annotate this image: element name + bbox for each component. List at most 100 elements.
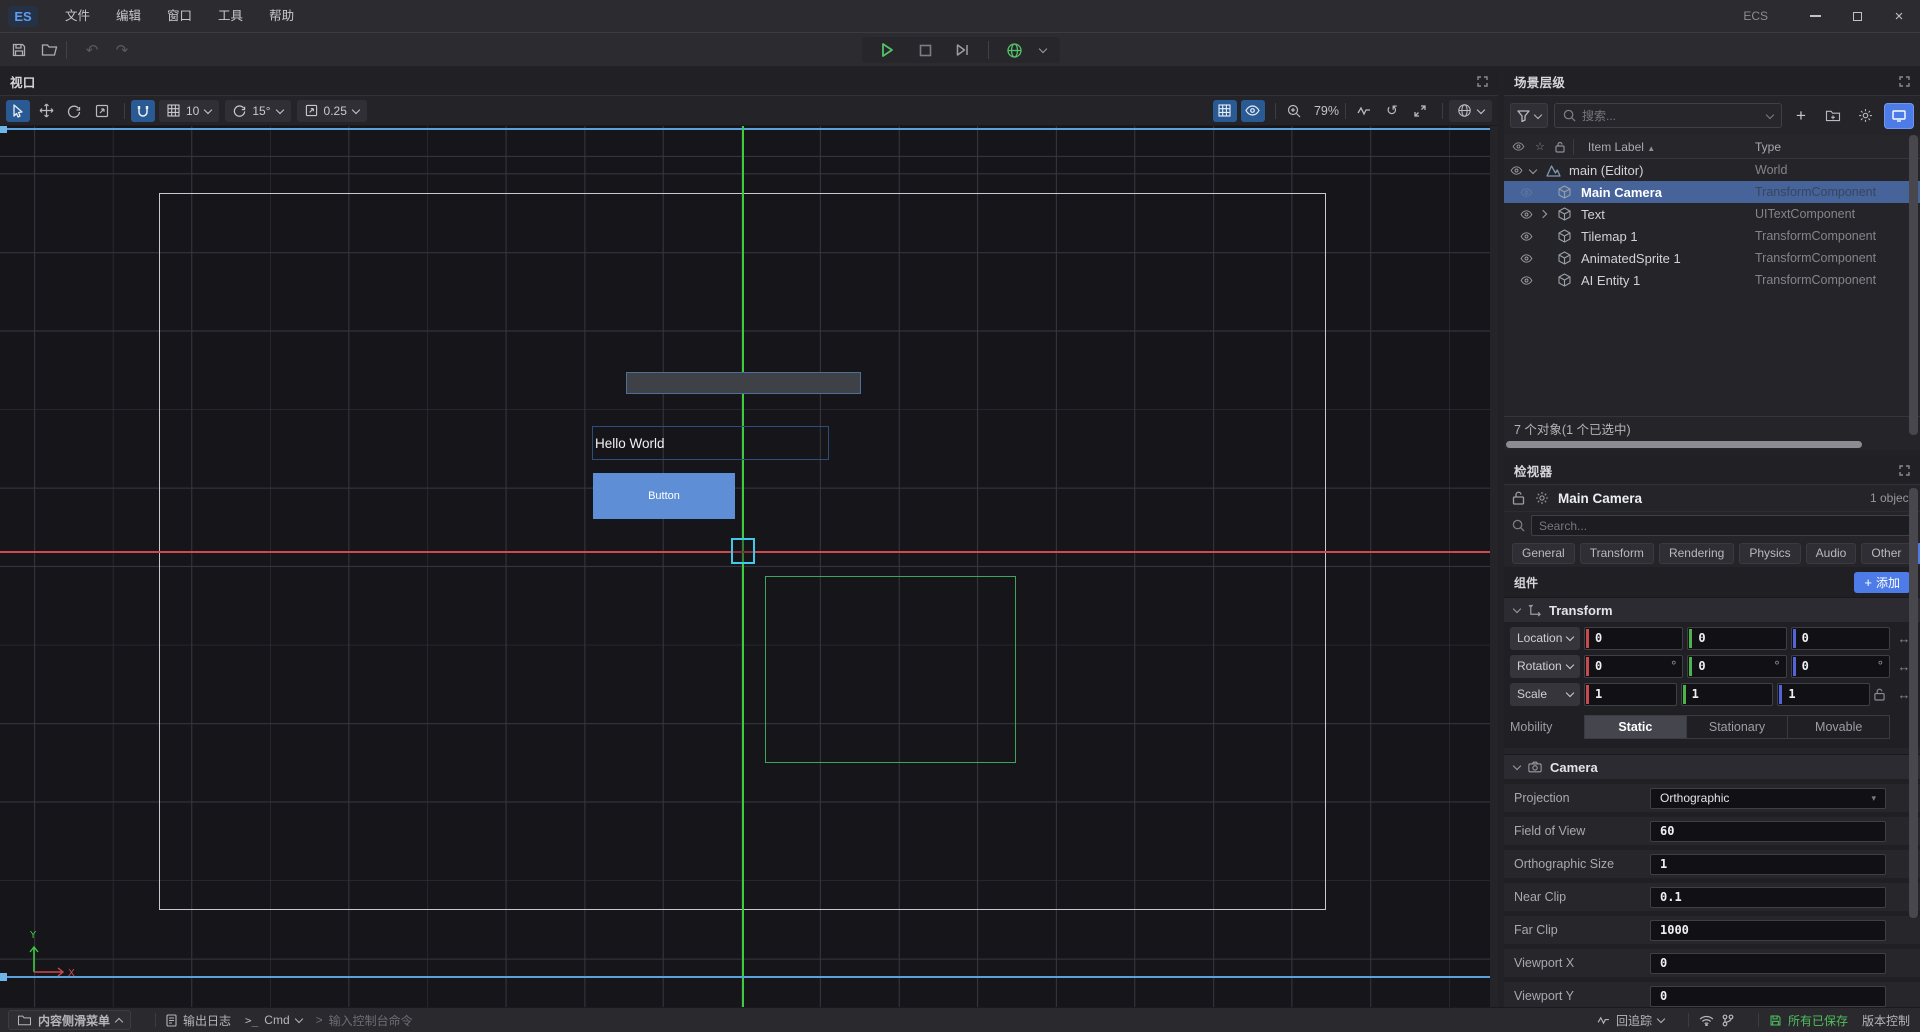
guide-handle-bottom[interactable]: [0, 973, 7, 981]
search-options-chevron[interactable]: [1766, 110, 1774, 118]
location-x-field[interactable]: 0: [1584, 627, 1683, 650]
open-folder-icon[interactable]: [38, 39, 60, 61]
row-visibility-eye-icon[interactable]: [1510, 166, 1530, 175]
stop-button[interactable]: [913, 38, 937, 62]
viewport-y-input[interactable]: 0: [1650, 986, 1886, 1007]
console-command-input[interactable]: >输入控制台命令: [316, 1012, 413, 1029]
projection-dropdown[interactable]: Orthographic▾: [1650, 788, 1886, 809]
inspector-gear-icon[interactable]: [1535, 491, 1551, 505]
network-wifi-icon[interactable]: [1699, 1015, 1714, 1026]
row-expander-chevron[interactable]: [1540, 211, 1558, 217]
tab-audio[interactable]: Audio: [1806, 543, 1857, 564]
hierarchy-settings-gear-icon[interactable]: [1852, 103, 1878, 128]
minimize-button[interactable]: [1794, 0, 1836, 32]
near-clip-input[interactable]: 0.1: [1650, 887, 1886, 908]
scene-region-rect[interactable]: [765, 576, 1016, 763]
scene-text-entity[interactable]: Hello World: [592, 426, 829, 460]
rotation-x-field[interactable]: 0°: [1584, 655, 1683, 678]
hierarchy-row-tilemap-1[interactable]: Tilemap 1TransformComponent: [1504, 225, 1920, 247]
hierarchy-expand-icon[interactable]: [1899, 76, 1910, 87]
stats-pulse-button[interactable]: [1352, 100, 1376, 122]
row-visibility-eye-icon[interactable]: [1520, 254, 1540, 263]
rotation-mode-dropdown[interactable]: Rotation: [1510, 655, 1580, 678]
fullscreen-button[interactable]: [1408, 100, 1432, 122]
scale-snap-dropdown[interactable]: 0.25: [297, 100, 367, 122]
orthographic-size-input[interactable]: 1: [1650, 854, 1886, 875]
content-drawer-button[interactable]: 内容侧滑菜单: [8, 1010, 131, 1030]
grid-toggle-button[interactable]: [1213, 100, 1237, 122]
hierarchy-search-input[interactable]: [1582, 109, 1761, 123]
row-visibility-eye-icon[interactable]: [1520, 276, 1540, 285]
scale-lock-icon[interactable]: [1874, 688, 1890, 701]
inspector-vscrollbar[interactable]: [1909, 488, 1918, 918]
tab-transform[interactable]: Transform: [1580, 543, 1654, 564]
scene-button-entity[interactable]: Button: [593, 473, 735, 519]
hierarchy-vscrollbar[interactable]: [1909, 135, 1918, 435]
menu-item-4[interactable]: 帮助: [256, 0, 307, 32]
scale-tool-button[interactable]: [90, 100, 114, 122]
tab-other[interactable]: Other: [1861, 543, 1911, 564]
visibility-toggle-button[interactable]: [1241, 100, 1265, 122]
maximize-button[interactable]: [1836, 0, 1878, 32]
hierarchy-row-main-camera[interactable]: Main CameraTransformComponent: [1504, 181, 1920, 203]
output-log-button[interactable]: 输出日志: [166, 1012, 231, 1029]
rotation-y-field[interactable]: 0°: [1687, 655, 1786, 678]
location-z-field[interactable]: 0: [1791, 627, 1890, 650]
display-view-toggle-button[interactable]: [1884, 103, 1914, 129]
close-button[interactable]: ×: [1878, 0, 1920, 32]
field-of-view-input[interactable]: 60: [1650, 821, 1886, 842]
far-clip-input[interactable]: 1000: [1650, 920, 1886, 941]
add-entity-button[interactable]: +: [1788, 103, 1814, 128]
scale-x-field[interactable]: 1: [1584, 683, 1677, 706]
source-branch-icon[interactable]: [1722, 1014, 1734, 1027]
scale-mode-dropdown[interactable]: Scale: [1510, 683, 1580, 706]
rotation-z-field[interactable]: 0°: [1791, 655, 1890, 678]
hierarchy-hscrollbar[interactable]: [1504, 440, 1920, 450]
hierarchy-row-animatedsprite-1[interactable]: AnimatedSprite 1TransformComponent: [1504, 247, 1920, 269]
play-button[interactable]: [876, 38, 900, 62]
menu-item-2[interactable]: 窗口: [154, 0, 205, 32]
viewport-world-dropdown[interactable]: [1449, 100, 1492, 122]
filter-button[interactable]: [1510, 103, 1548, 128]
grid-snap-dropdown[interactable]: 10: [159, 100, 219, 122]
version-control-button[interactable]: 版本控制: [1862, 1012, 1910, 1029]
menu-item-1[interactable]: 编辑: [103, 0, 154, 32]
rotate-tool-button[interactable]: [62, 100, 86, 122]
location-y-field[interactable]: 0: [1687, 627, 1786, 650]
run-target-dropdown-chevron[interactable]: [1039, 45, 1047, 53]
hierarchy-row-text[interactable]: TextUITextComponent: [1504, 203, 1920, 225]
scene-canvas[interactable]: Hello World Button Y X: [0, 126, 1490, 1007]
step-forward-button[interactable]: [951, 38, 975, 62]
camera-section-header[interactable]: Camera: [1504, 754, 1920, 779]
save-status[interactable]: 所有已保存: [1769, 1012, 1848, 1029]
viewport-expand-icon[interactable]: [1477, 76, 1488, 87]
traceback-dropdown[interactable]: 回追踪: [1597, 1012, 1664, 1029]
select-tool-button[interactable]: [6, 100, 30, 122]
inspector-lock-icon[interactable]: [1512, 491, 1528, 505]
mobility-stationary[interactable]: Stationary: [1687, 716, 1789, 738]
hierarchy-row-main-editor-[interactable]: main (Editor)World: [1504, 159, 1920, 181]
hierarchy-search-box[interactable]: [1554, 103, 1782, 128]
mobility-static[interactable]: Static: [1585, 716, 1687, 738]
scale-z-field[interactable]: 1: [1777, 683, 1870, 706]
viewport-x-input[interactable]: 0: [1650, 953, 1886, 974]
camera-gizmo[interactable]: [731, 538, 755, 564]
app-logo[interactable]: ES: [8, 6, 38, 27]
move-tool-button[interactable]: [34, 100, 58, 122]
zoom-magnifier-icon[interactable]: [1282, 100, 1306, 122]
row-visibility-eye-icon[interactable]: [1520, 232, 1540, 241]
transform-section-header[interactable]: Transform: [1504, 597, 1920, 622]
mobility-movable[interactable]: Movable: [1788, 716, 1889, 738]
tab-physics[interactable]: Physics: [1739, 543, 1800, 564]
inspector-expand-icon[interactable]: [1899, 465, 1910, 476]
add-component-button[interactable]: + 添加: [1854, 572, 1910, 593]
save-icon[interactable]: [8, 39, 30, 61]
row-expander-chevron[interactable]: [1530, 167, 1546, 173]
scene-panel-entity[interactable]: [626, 372, 861, 394]
menu-item-3[interactable]: 工具: [205, 0, 256, 32]
inspector-search-input[interactable]: [1539, 519, 1904, 533]
tab-rendering[interactable]: Rendering: [1659, 543, 1734, 564]
row-visibility-eye-icon[interactable]: [1520, 188, 1540, 197]
item-label-column-header[interactable]: Item Label ▲: [1588, 140, 1655, 154]
hierarchy-row-ai-entity-1[interactable]: AI Entity 1TransformComponent: [1504, 269, 1920, 291]
